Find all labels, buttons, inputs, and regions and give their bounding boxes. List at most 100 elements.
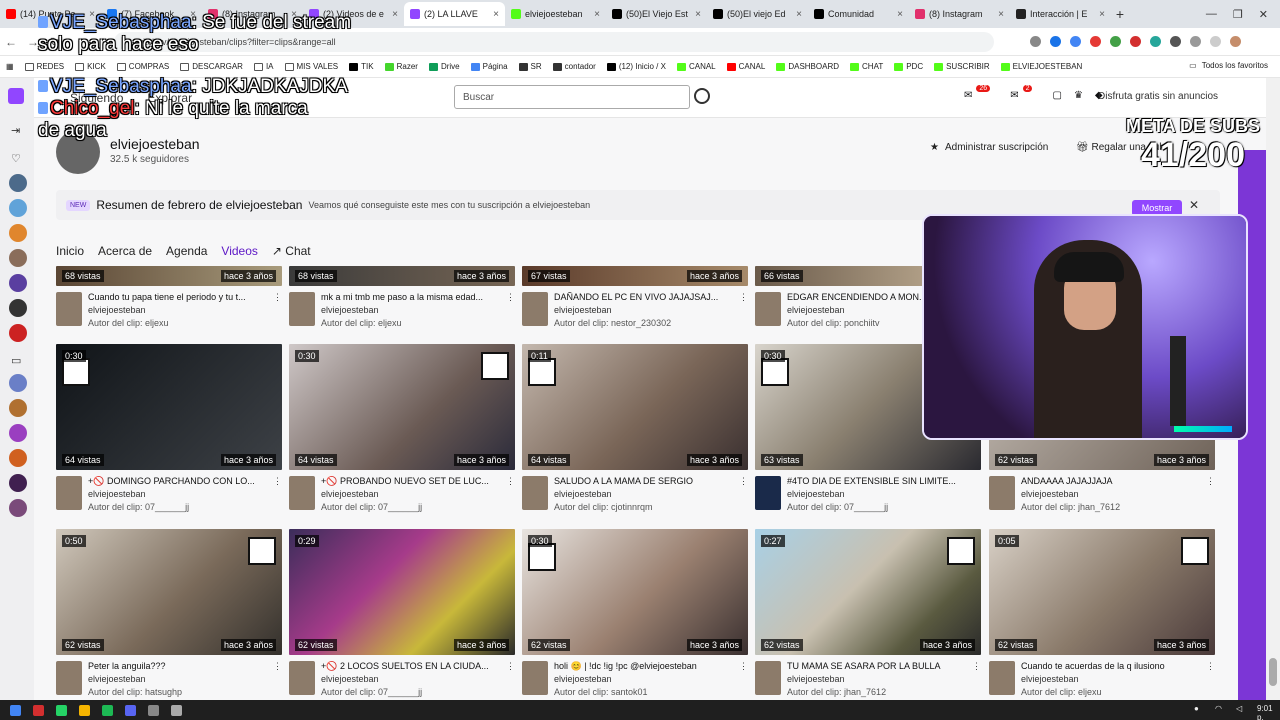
folder-icon[interactable] (79, 704, 90, 716)
clip-author[interactable]: Autor del clip: 07______jj (88, 502, 189, 512)
clip-title[interactable]: +🚫 PROBANDO NUEVO SET DE LUC... (321, 476, 507, 487)
more-options-icon[interactable]: ⋮ (739, 476, 748, 487)
avatar[interactable] (56, 476, 82, 510)
avatar[interactable] (289, 292, 315, 326)
extension-icon[interactable] (1070, 36, 1081, 47)
clip-channel[interactable]: elviejoesteban (787, 489, 845, 499)
browser-tab[interactable]: (50)El Viejo Est × (606, 2, 707, 26)
clip-author[interactable]: Autor del clip: 07______jj (321, 687, 422, 697)
extension-icon[interactable] (1090, 36, 1101, 47)
close-tab-icon[interactable]: × (594, 9, 600, 20)
clip-title[interactable]: Cuando tu papa tiene el periodo y tu t..… (88, 292, 274, 302)
bookmark-item[interactable]: CANAL (726, 62, 765, 71)
browser-tab[interactable]: elviejoesteban × (505, 2, 606, 26)
clip-author[interactable]: Autor del clip: cjotinnrqm (554, 502, 653, 512)
clip-title[interactable]: #4TO DIA DE EXTENSIBLE SIN LIMITE... (787, 476, 973, 486)
clip-channel[interactable]: elviejoesteban (88, 305, 146, 315)
bookmark-item[interactable]: Página (470, 62, 508, 71)
mic-icon[interactable]: ● (1194, 704, 1205, 715)
clip-thumbnail[interactable]: 0:30 64 vistas hace 3 años (56, 344, 282, 470)
bookmark-item[interactable]: CHAT (850, 62, 883, 71)
bookmark-item[interactable]: PDC (894, 62, 923, 71)
clip-channel[interactable]: elviejoesteban (787, 305, 845, 315)
browser-tab[interactable]: (8) Instagram × (909, 2, 1010, 26)
maximize-icon[interactable]: ❐ (1233, 8, 1243, 21)
all-bookmarks[interactable]: ▭ Todos los favoritos (1189, 61, 1268, 70)
clip-author[interactable]: Autor del clip: santok01 (554, 687, 648, 697)
bookmark-item[interactable]: DASHBOARD (776, 62, 839, 71)
clip-title[interactable]: ANDAAAA JAJAJJAJA (1021, 476, 1207, 486)
tab-about[interactable]: Acerca de (98, 244, 152, 258)
avatar[interactable] (9, 224, 27, 242)
bookmark-item[interactable]: Drive (428, 62, 460, 71)
clip-channel[interactable]: elviejoesteban (1021, 489, 1079, 499)
close-tab-icon[interactable]: × (1099, 9, 1105, 20)
more-options-icon[interactable]: ⋮ (1206, 476, 1215, 487)
mail-icon[interactable]: ✉ (964, 90, 972, 101)
clip-channel[interactable]: elviejoesteban (554, 489, 612, 499)
avatar[interactable] (289, 476, 315, 510)
clip-title[interactable]: Cuando te acuerdas de la q ilusiono (1021, 661, 1207, 671)
close-tab-icon[interactable]: × (796, 9, 802, 20)
bookmark-item[interactable]: contador (552, 62, 596, 71)
clip-author[interactable]: Autor del clip: hatsughp (88, 687, 182, 697)
bookmark-item[interactable]: SR (518, 62, 542, 71)
clock[interactable]: 9:01 p. m. (1257, 704, 1273, 720)
chat-icon[interactable]: ▢ (1052, 90, 1061, 101)
clip-author[interactable]: Autor del clip: 07______jj (321, 502, 422, 512)
extension-icon[interactable] (1130, 36, 1141, 47)
clip-thumbnail[interactable]: 67 vistas hace 3 años (522, 266, 748, 286)
avatar[interactable] (9, 474, 27, 492)
star-icon[interactable] (1030, 36, 1041, 47)
browser-tab[interactable]: (50)El viejo Ed × (707, 2, 808, 26)
ad-free-promo[interactable]: Disfruta gratis sin anuncios (1098, 91, 1218, 102)
search-input[interactable]: Buscar (454, 85, 690, 109)
app-icon[interactable] (33, 704, 44, 716)
avatar[interactable] (9, 274, 27, 292)
clip-thumbnail[interactable]: 68 vistas hace 3 años (56, 266, 282, 286)
clip-title[interactable]: Peter la anguila??? (88, 661, 274, 671)
menu-icon[interactable] (1190, 36, 1201, 47)
clip-thumbnail[interactable]: 0:29 62 vistas hace 3 años (289, 529, 515, 655)
more-options-icon[interactable]: ⋮ (273, 476, 282, 487)
clip-title[interactable]: SALUDO A LA MAMA DE SERGIO (554, 476, 740, 486)
clip-thumbnail[interactable]: 0:30 62 vistas hace 3 años (522, 529, 748, 655)
app-icon[interactable] (148, 704, 159, 716)
more-options-icon[interactable]: ⋮ (972, 661, 981, 672)
close-tab-icon[interactable]: × (493, 9, 499, 20)
avatar[interactable] (522, 476, 548, 510)
clip-thumbnail[interactable]: 0:11 64 vistas hace 3 años (522, 344, 748, 470)
more-options-icon[interactable]: ⋮ (506, 476, 515, 487)
new-tab-button[interactable]: + (1111, 6, 1129, 22)
clip-channel[interactable]: elviejoesteban (321, 674, 379, 684)
clip-channel[interactable]: elviejoesteban (321, 489, 379, 499)
spotify-icon[interactable] (102, 704, 113, 716)
avatar[interactable] (9, 174, 27, 192)
bookmark-item[interactable]: (12) Inicio / X (606, 62, 666, 71)
close-tab-icon[interactable]: × (998, 9, 1004, 20)
tab-schedule[interactable]: Agenda (166, 244, 207, 258)
close-window-icon[interactable]: ✕ (1259, 8, 1268, 21)
avatar[interactable] (522, 661, 548, 695)
clip-author[interactable]: Autor del clip: eljexu (88, 318, 169, 328)
collapse-icon[interactable]: ⇥ (11, 124, 20, 137)
avatar[interactable] (9, 199, 27, 217)
more-options-icon[interactable]: ⋮ (1206, 661, 1215, 672)
clip-channel[interactable]: elviejoesteban (554, 674, 612, 684)
avatar[interactable] (9, 449, 27, 467)
more-options-icon[interactable]: ⋮ (739, 661, 748, 672)
clip-channel[interactable]: elviejoesteban (554, 305, 612, 315)
inbox-icon[interactable]: ✉ (1010, 90, 1018, 101)
discord-icon[interactable] (125, 704, 136, 716)
clip-thumbnail[interactable]: 0:50 62 vistas hace 3 años (56, 529, 282, 655)
extension-icon[interactable] (1150, 36, 1161, 47)
avatar[interactable] (56, 292, 82, 326)
clip-author[interactable]: Autor del clip: eljexu (1021, 687, 1102, 697)
avatar[interactable] (522, 292, 548, 326)
volume-icon[interactable]: ◁ (1236, 704, 1247, 715)
twitch-logo-icon[interactable] (8, 88, 24, 104)
avatar[interactable] (9, 424, 27, 442)
more-options-icon[interactable]: ⋮ (506, 292, 515, 303)
more-options-icon[interactable]: ⋮ (273, 292, 282, 303)
avatar[interactable] (9, 249, 27, 267)
